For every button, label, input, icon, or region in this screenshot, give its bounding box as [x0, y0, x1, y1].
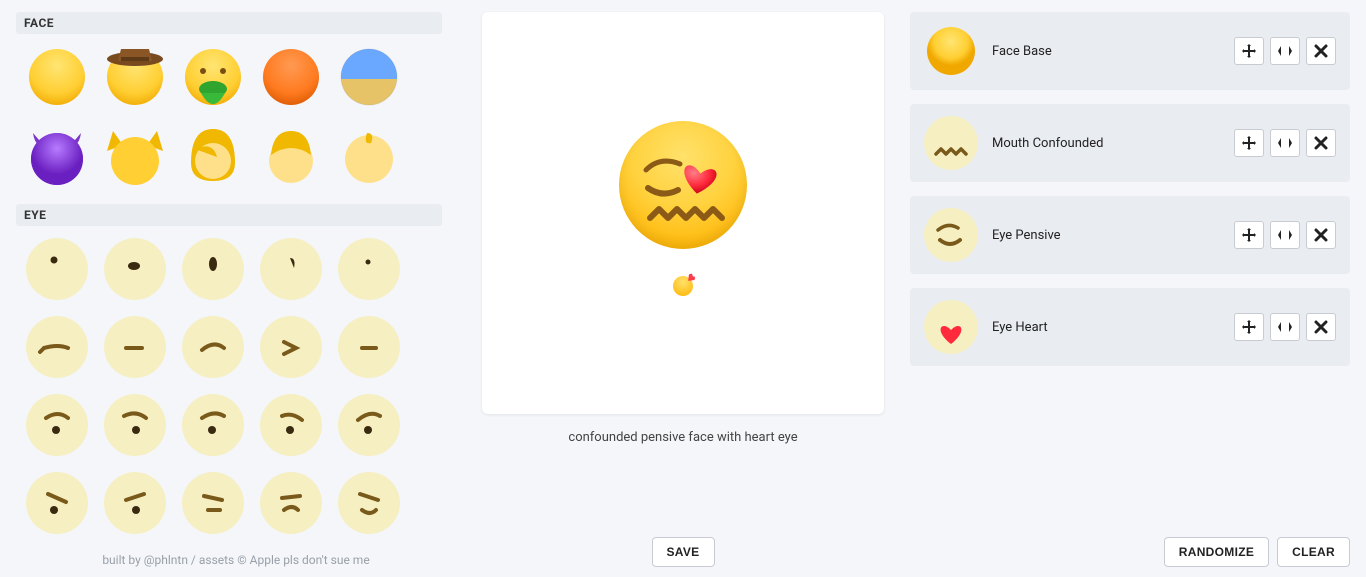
mini-preview-icon — [673, 276, 693, 296]
face-tile-woman-hair[interactable] — [176, 118, 250, 192]
save-button[interactable]: SAVE — [652, 537, 715, 567]
eye-tile-brow-slant-3[interactable] — [176, 466, 250, 540]
eye-tile-brow-dot-5[interactable] — [332, 388, 406, 462]
face-tile-sunset[interactable] — [332, 40, 406, 114]
move-icon[interactable] — [1234, 129, 1264, 157]
swap-icon[interactable] — [1270, 313, 1300, 341]
eye-tile-line-lash[interactable] — [20, 310, 94, 384]
layer-row: Mouth Confounded — [910, 104, 1350, 182]
eye-tile-line-curve[interactable] — [176, 310, 250, 384]
eye-tile-brow-dot-1[interactable] — [20, 388, 94, 462]
layer-row: Eye Heart — [910, 288, 1350, 366]
clear-button[interactable]: CLEAR — [1277, 537, 1350, 567]
eye-tile-dot-up[interactable] — [20, 232, 94, 306]
category-eye-header: EYE — [16, 204, 442, 226]
eye-tile-dash[interactable] — [332, 310, 406, 384]
eye-tile-gt[interactable] — [254, 310, 328, 384]
eye-grid — [16, 232, 442, 540]
face-tile-baby[interactable] — [332, 118, 406, 192]
footer-credits: built by @phlntn / assets © Apple pls do… — [16, 545, 456, 567]
layer-thumb — [924, 208, 978, 262]
layers-panel: Face Base Mouth Confounded Eye Pensive E… — [910, 12, 1350, 567]
layer-buttons — [1234, 313, 1336, 341]
face-tile-man-hair[interactable] — [254, 118, 328, 192]
move-icon[interactable] — [1234, 37, 1264, 65]
preview-mouth-confounded — [608, 110, 758, 260]
eye-tile-brow-slant-4[interactable] — [254, 466, 328, 540]
move-icon[interactable] — [1234, 313, 1264, 341]
layer-buttons — [1234, 129, 1336, 157]
layer-buttons — [1234, 221, 1336, 249]
preview-panel: confounded pensive face with heart eye S… — [476, 12, 890, 567]
layer-thumb — [924, 24, 978, 78]
face-tile-cowboy[interactable] — [98, 40, 172, 114]
layer-row: Face Base — [910, 12, 1350, 90]
eye-tile-brow-dot-3[interactable] — [176, 388, 250, 462]
layer-name: Eye Pensive — [992, 228, 1220, 243]
face-tile-vomit[interactable] — [176, 40, 250, 114]
eye-tile-brow-dot-2[interactable] — [98, 388, 172, 462]
layer-thumb — [924, 300, 978, 354]
face-grid — [16, 40, 442, 192]
eye-tile-line-flat[interactable] — [98, 310, 172, 384]
palette-scroll[interactable]: FACE EYE — [16, 12, 456, 545]
randomize-button[interactable]: RANDOMIZE — [1164, 537, 1269, 567]
layer-row: Eye Pensive — [910, 196, 1350, 274]
face-tile-devil-purple[interactable] — [20, 118, 94, 192]
eye-tile-dot-tiny[interactable] — [332, 232, 406, 306]
remove-icon[interactable] — [1306, 313, 1336, 341]
category-face-header: FACE — [16, 12, 442, 34]
swap-icon[interactable] — [1270, 221, 1300, 249]
swap-icon[interactable] — [1270, 37, 1300, 65]
face-tile-base-yellow[interactable] — [20, 40, 94, 114]
layer-name: Face Base — [992, 44, 1220, 59]
layer-name: Mouth Confounded — [992, 136, 1220, 151]
right-actions: RANDOMIZE CLEAR — [910, 537, 1350, 567]
face-tile-orange[interactable] — [254, 40, 328, 114]
eye-tile-dot-oval-h[interactable] — [98, 232, 172, 306]
layers-list: Face Base Mouth Confounded Eye Pensive E… — [910, 12, 1350, 537]
palette-panel: FACE EYE — [16, 12, 456, 567]
layer-name: Eye Heart — [992, 320, 1220, 335]
eye-tile-brow-slant-2[interactable] — [98, 466, 172, 540]
eye-tile-brow-slant-5[interactable] — [332, 466, 406, 540]
preview-emoji — [608, 110, 758, 260]
eye-tile-brow-slant-1[interactable] — [20, 466, 94, 540]
swap-icon[interactable] — [1270, 129, 1300, 157]
center-actions: SAVE — [652, 537, 715, 567]
emoji-caption: confounded pensive face with heart eye — [568, 430, 797, 445]
preview-canvas — [482, 12, 884, 414]
remove-icon[interactable] — [1306, 37, 1336, 65]
eye-tile-brow-dot-4[interactable] — [254, 388, 328, 462]
app-root: FACE EYE — [0, 0, 1366, 577]
layer-buttons — [1234, 37, 1336, 65]
eye-tile-dot-oval-v[interactable] — [176, 232, 250, 306]
move-icon[interactable] — [1234, 221, 1264, 249]
layer-thumb — [924, 116, 978, 170]
remove-icon[interactable] — [1306, 129, 1336, 157]
eye-tile-dot-hook[interactable] — [254, 232, 328, 306]
face-tile-cat[interactable] — [98, 118, 172, 192]
remove-icon[interactable] — [1306, 221, 1336, 249]
